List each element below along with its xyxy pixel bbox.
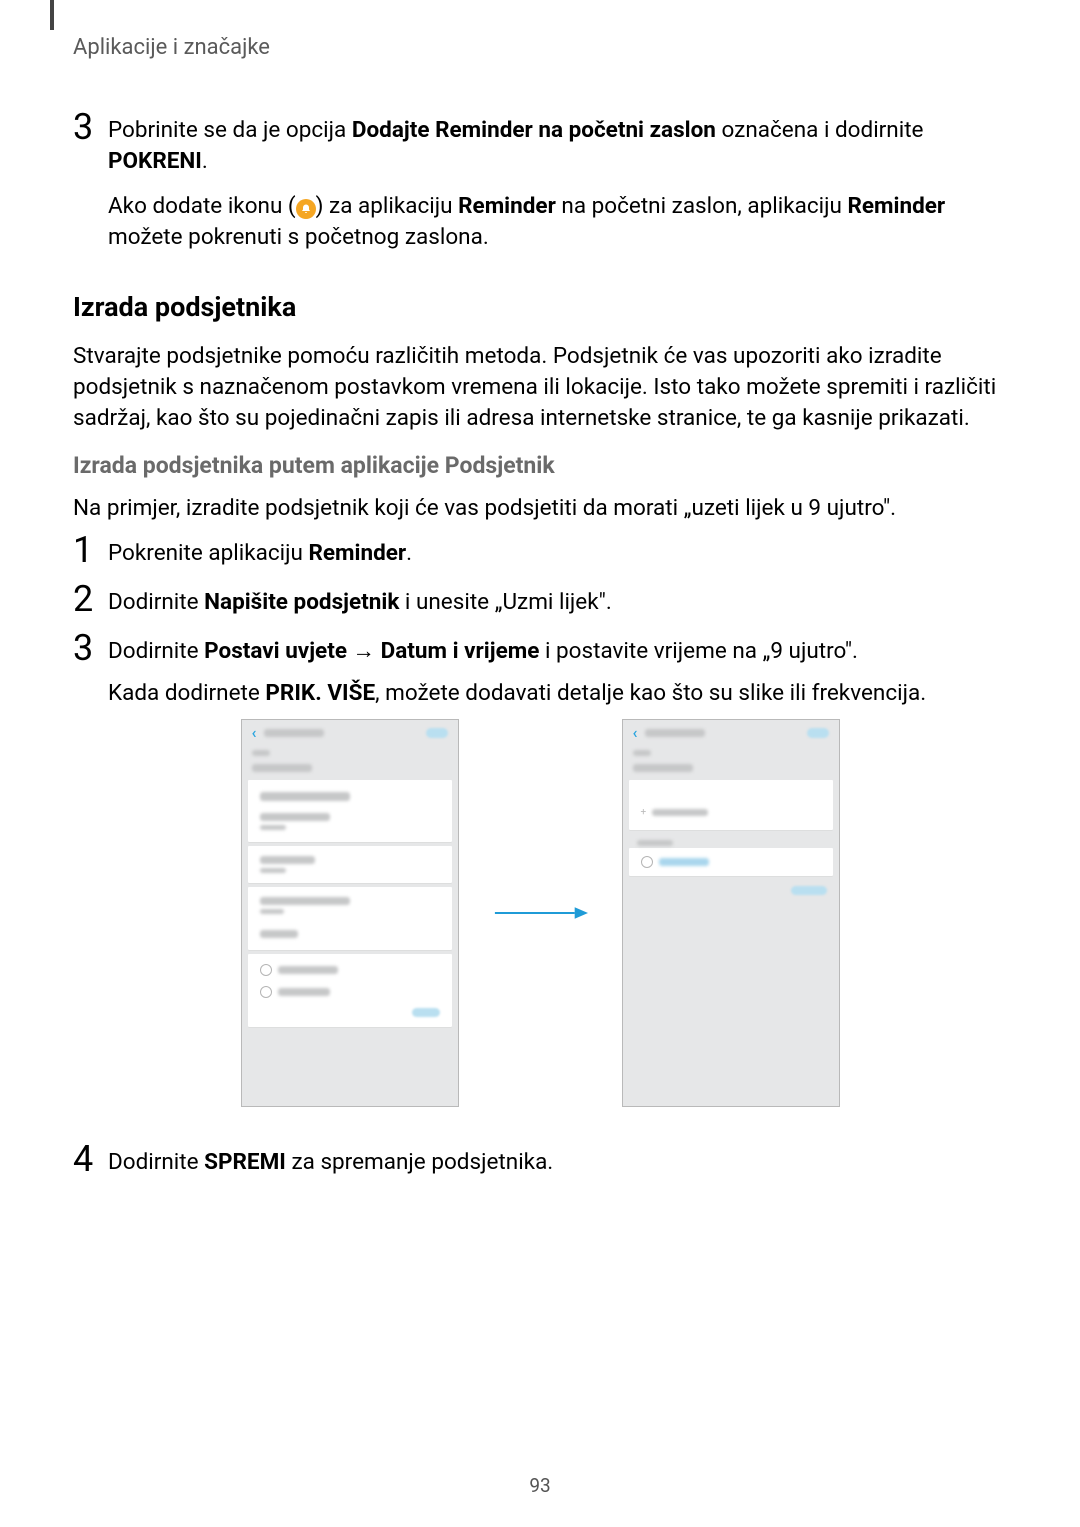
step-3b: 3 Dodirnite Postavi uvjete → Datum i vri… [73,636,1007,708]
placeholder-bar [659,858,709,866]
text: možete pokrenuti s početnog zaslona. [108,224,489,250]
section-subheading: Izrada podsjetnika putem aplikacije Pods… [73,452,1007,479]
placeholder-pill [791,886,827,895]
text: Dodirnite [108,1149,204,1175]
step-number: 2 [73,581,108,617]
placeholder-bar [260,856,315,864]
placeholder-bar [633,764,693,772]
bold-text: Postavi uvjete [204,638,347,664]
page: Aplikacije i značajke 3 Pobrinite se da … [0,0,1080,1527]
arrow-icon [493,903,588,923]
step-3: 3 Pobrinite se da je opcija Dodajte Remi… [73,115,1007,177]
bold-text: Dodajte Reminder na početni zaslon [352,117,716,143]
placeholder-bar [637,840,673,846]
placeholder-bar [645,729,705,737]
paragraph: Stvarajte podsjetnike pomoću različitih … [73,341,1007,434]
location-pin-icon [260,986,272,998]
placeholder-bar [633,750,651,756]
tab-marker [50,0,54,30]
clock-icon [260,964,272,976]
screenshot-header: ‹ [623,720,839,746]
step-4: 4 Dodirnite SPREMI za spremanje podsjetn… [73,1147,1007,1178]
bold-text: Reminder [458,193,556,219]
placeholder-pill [807,728,829,738]
screenshot-left: ‹ [241,719,459,1107]
text: . [202,148,208,174]
placeholder-bar [260,930,298,938]
text: Dodirnite [108,589,204,615]
running-header: Aplikacije i značajke [73,35,1007,60]
step-number: 3 [73,630,108,666]
step-text: Pobrinite se da je opcija Dodajte Remind… [108,115,1007,177]
text: na početni zaslon, aplikaciju [556,193,848,219]
text: , možete dodavati detalje kao što su sli… [375,680,926,706]
text: ) za aplikaciju [316,193,458,219]
back-chevron-icon: ‹ [252,723,257,742]
text: Pobrinite se da je opcija [108,117,352,143]
placeholder-bar [652,809,708,816]
paragraph: Na primjer, izradite podsjetnik koji će … [73,493,1007,524]
bold-text: PRIK. VIŠE [265,680,375,706]
bold-text: Reminder [847,193,945,219]
placeholder-bar [260,897,350,905]
placeholder-bar [264,729,324,737]
text: označena i dodirnite [716,117,924,143]
step-text: Dodirnite SPREMI za spremanje podsjetnik… [108,1147,553,1178]
text: Kada dodirnete [108,680,265,706]
bold-text: SPREMI [204,1149,286,1175]
section-heading: Izrada podsjetnika [73,291,1007,323]
page-number: 93 [0,1474,1080,1497]
bold-text: Datum i vrijeme [381,638,540,664]
placeholder-bar [260,813,330,821]
arrow-text: → [347,638,381,664]
step-number: 1 [73,532,108,568]
placeholder-pill [412,1008,440,1017]
step-3-subtext: Ako dodate ikonu ( ) za aplikaciju Remind… [108,191,1007,253]
text: i unesite „Uzmi lijek". [399,589,611,615]
text: Ako dodate ikonu ( [108,193,296,219]
step-text: Dodirnite Napišite podsjetnik i unesite … [108,587,612,618]
bold-text: Reminder [308,540,406,566]
placeholder-bar [260,825,286,830]
clock-icon [641,856,653,868]
placeholder-pill [426,728,448,738]
bold-text: Napišite podsjetnik [204,589,399,615]
placeholder-bar [252,764,312,772]
text: Pokrenite aplikaciju [108,540,308,566]
placeholder-bar [278,966,338,974]
step-text: Dodirnite Postavi uvjete → Datum i vrije… [108,636,926,708]
plus-icon: + [641,808,647,818]
back-chevron-icon: ‹ [633,723,638,742]
text: i postavite vrijeme na „9 ujutro". [539,638,858,664]
screenshot-header: ‹ [242,720,458,746]
placeholder-bar [278,988,330,996]
bold-text: POKRENI [108,148,202,174]
step-number: 3 [73,109,108,145]
placeholder-bar [260,792,350,801]
text: . [406,540,412,566]
step-1: 1 Pokrenite aplikaciju Reminder. [73,538,1007,569]
step-number: 4 [73,1141,108,1177]
step-text: Pokrenite aplikaciju Reminder. [108,538,412,569]
placeholder-bar [260,909,284,914]
placeholder-bar [260,868,286,873]
screenshot-row: ‹ [73,719,1007,1107]
step-2: 2 Dodirnite Napišite podsjetnik i unesit… [73,587,1007,618]
text: Dodirnite [108,638,204,664]
reminder-app-icon [296,199,316,219]
screenshot-right: ‹ + [622,719,840,1107]
placeholder-bar [252,750,270,756]
text: za spremanje podsjetnika. [286,1149,553,1175]
